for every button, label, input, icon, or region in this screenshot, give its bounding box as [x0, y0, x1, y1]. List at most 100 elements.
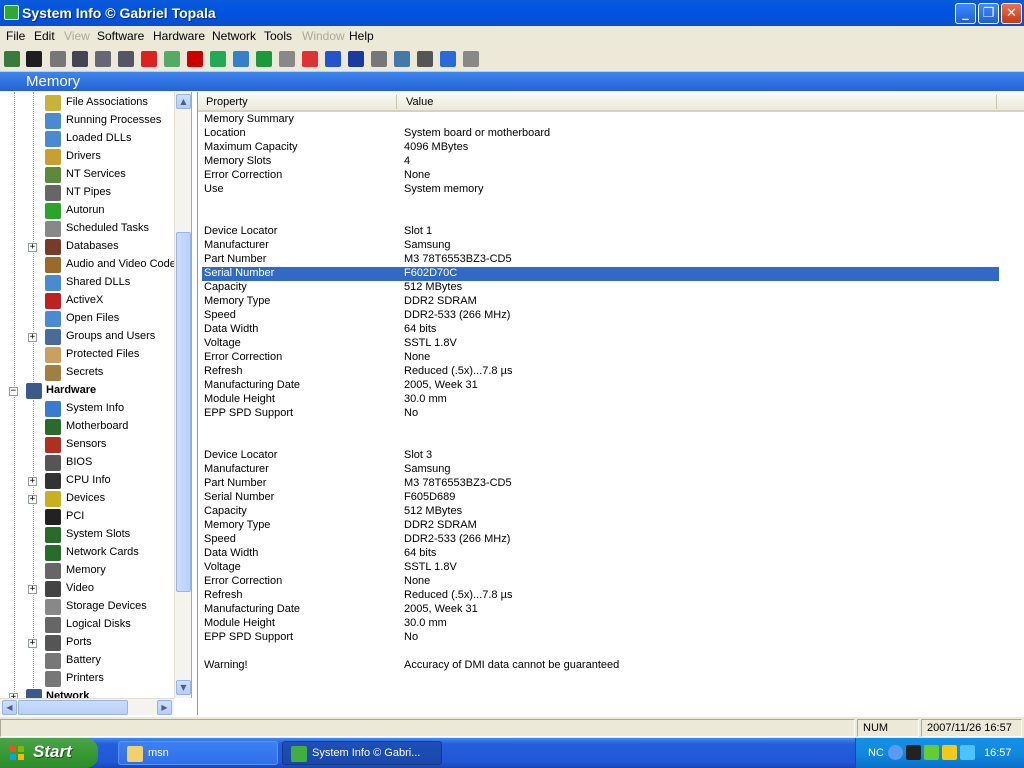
tree-item-logical-disks[interactable]: Logical Disks [0, 616, 176, 634]
column-header-value[interactable]: Value [406, 96, 433, 108]
tree-item-nt-services[interactable]: NT Services [0, 166, 176, 184]
tree-item-storage-devices[interactable]: Storage Devices [0, 598, 176, 616]
expand-toggle[interactable]: + [28, 585, 37, 594]
title-bar[interactable]: System Info © Gabriel Topala _ ❐ ✕ [0, 0, 1024, 26]
tree-item-shared-dlls[interactable]: Shared DLLs [0, 274, 176, 292]
taskbar-button-msn[interactable]: msn [118, 741, 278, 765]
properties-list[interactable]: Property Value Memory Summary Location Sys… [197, 92, 1024, 715]
tree-item-file-associations[interactable]: File Associations [0, 94, 176, 112]
table-row[interactable]: Manufacturer Samsung [202, 463, 999, 477]
tree-item-sensors[interactable]: Sensors [0, 436, 176, 454]
copy-icon[interactable] [72, 51, 88, 67]
tree-item-battery[interactable]: Battery [0, 652, 176, 670]
table-row[interactable]: Manufacturing Date 2005, Week 31 [202, 603, 999, 617]
tray-network-icon[interactable] [906, 745, 921, 760]
tree-item-drivers[interactable]: Drivers [0, 148, 176, 166]
tree-item-loaded-dlls[interactable]: Loaded DLLs [0, 130, 176, 148]
table-row[interactable]: Part Number M3 78T6553BZ3-CD5 [202, 477, 999, 491]
table-row[interactable]: Memory Type DDR2 SDRAM [202, 519, 999, 533]
tray-windows-icon[interactable] [942, 745, 957, 760]
table-row[interactable]: Voltage SSTL 1.8V [202, 337, 999, 351]
table-row[interactable]: Memory Summary [202, 113, 999, 127]
tree-item-groups-and-users[interactable]: + Groups and Users [0, 328, 176, 346]
table-row[interactable]: Error Correction None [202, 351, 999, 365]
table-row[interactable] [202, 435, 999, 449]
settings-icon[interactable] [463, 51, 479, 67]
tree-item-activex[interactable]: ActiveX [0, 292, 176, 310]
table-row[interactable]: Serial Number F605D689 [202, 491, 999, 505]
table-row[interactable]: Use System memory [202, 183, 999, 197]
tree-item-databases[interactable]: + Databases [0, 238, 176, 256]
table-row[interactable]: Manufacturer Samsung [202, 239, 999, 253]
tree-item-ports[interactable]: + Ports [0, 634, 176, 652]
table-row[interactable]: Error Correction None [202, 169, 999, 183]
tray-app-icon[interactable] [924, 745, 939, 760]
paste-icon[interactable] [95, 51, 111, 67]
table-row[interactable]: Capacity 512 MBytes [202, 505, 999, 519]
tree-item-nt-pipes[interactable]: NT Pipes [0, 184, 176, 202]
tree-item-network[interactable]: + Network [0, 688, 176, 698]
globe-icon[interactable] [233, 51, 249, 67]
menu-software[interactable]: Software [97, 29, 144, 43]
table-row[interactable] [202, 645, 999, 659]
tree-horizontal-scrollbar[interactable]: ◀ ▶ [0, 698, 174, 715]
scroll-right-button[interactable]: ▶ [157, 700, 172, 715]
scroll-left-button[interactable]: ◀ [2, 700, 17, 715]
save-icon[interactable] [26, 51, 42, 67]
table-row[interactable] [202, 421, 999, 435]
menu-hardware[interactable]: Hardware [153, 29, 205, 43]
column-header-property[interactable]: Property [206, 96, 248, 108]
maximize-button[interactable]: ❐ [978, 3, 999, 24]
earth-icon[interactable] [394, 51, 410, 67]
tree-item-open-files[interactable]: Open Files [0, 310, 176, 328]
stop-icon[interactable] [141, 51, 157, 67]
table-row[interactable]: Serial Number F602D70C [201, 266, 1000, 282]
expand-toggle[interactable]: + [28, 495, 37, 504]
menu-window[interactable]: Window [302, 29, 345, 43]
table-row[interactable]: Warning! Accuracy of DMI data cannot be g… [202, 659, 999, 673]
tree-item-hardware[interactable]: − Hardware [0, 382, 176, 400]
cut-icon[interactable] [50, 51, 66, 67]
tree-item-motherboard[interactable]: Motherboard [0, 418, 176, 436]
tray-back-icon[interactable] [888, 745, 903, 760]
table-row[interactable]: Speed DDR2-533 (266 MHz) [202, 533, 999, 547]
disk-icon[interactable] [417, 51, 433, 67]
table-row[interactable]: Maximum Capacity 4096 MBytes [202, 141, 999, 155]
menu-help[interactable]: Help [349, 29, 374, 43]
table-row[interactable]: Refresh Reduced (.5x)...7.8 µs [202, 365, 999, 379]
print-icon[interactable] [118, 51, 134, 67]
start-button[interactable]: Start [0, 738, 98, 768]
tree-item-system-slots[interactable]: System Slots [0, 526, 176, 544]
tree-item-running-processes[interactable]: Running Processes [0, 112, 176, 130]
tree-item-cpu-info[interactable]: + CPU Info [0, 472, 176, 490]
tree-item-system-info[interactable]: System Info [0, 400, 176, 418]
scroll-up-button[interactable]: ▲ [176, 94, 191, 109]
clock-icon[interactable] [302, 51, 318, 67]
menu-view[interactable]: View [64, 29, 90, 43]
tray-clock[interactable]: 16:57 [984, 747, 1012, 759]
column-separator[interactable] [996, 95, 997, 109]
table-row[interactable]: Location System board or motherboard [202, 127, 999, 141]
table-row[interactable]: Data Width 64 bits [202, 547, 999, 561]
table-row[interactable]: Memory Type DDR2 SDRAM [202, 295, 999, 309]
tree-item-devices[interactable]: + Devices [0, 490, 176, 508]
tree-item-video[interactable]: + Video [0, 580, 176, 598]
table-row[interactable]: Part Number M3 78T6553BZ3-CD5 [202, 253, 999, 267]
table-icon[interactable] [371, 51, 387, 67]
expand-toggle[interactable]: + [28, 477, 37, 486]
table-row[interactable]: Device Locator Slot 1 [202, 225, 999, 239]
table-row[interactable]: Voltage SSTL 1.8V [202, 561, 999, 575]
table-row[interactable]: Manufacturing Date 2005, Week 31 [202, 379, 999, 393]
tree-item-pci[interactable]: PCI [0, 508, 176, 526]
report-icon[interactable] [164, 51, 180, 67]
table-row[interactable]: Capacity 512 MBytes [202, 281, 999, 295]
chart-icon[interactable] [210, 51, 226, 67]
expand-toggle[interactable]: + [28, 333, 37, 342]
app-icon[interactable] [4, 5, 19, 20]
shield-icon[interactable] [348, 51, 364, 67]
menu-edit[interactable]: Edit [34, 29, 55, 43]
tree-item-scheduled-tasks[interactable]: Scheduled Tasks [0, 220, 176, 238]
table-row[interactable]: Data Width 64 bits [202, 323, 999, 337]
table-row[interactable]: EPP SPD Support No [202, 631, 999, 645]
navigation-tree[interactable]: File Associations Running Processes Loaded… [0, 92, 192, 698]
